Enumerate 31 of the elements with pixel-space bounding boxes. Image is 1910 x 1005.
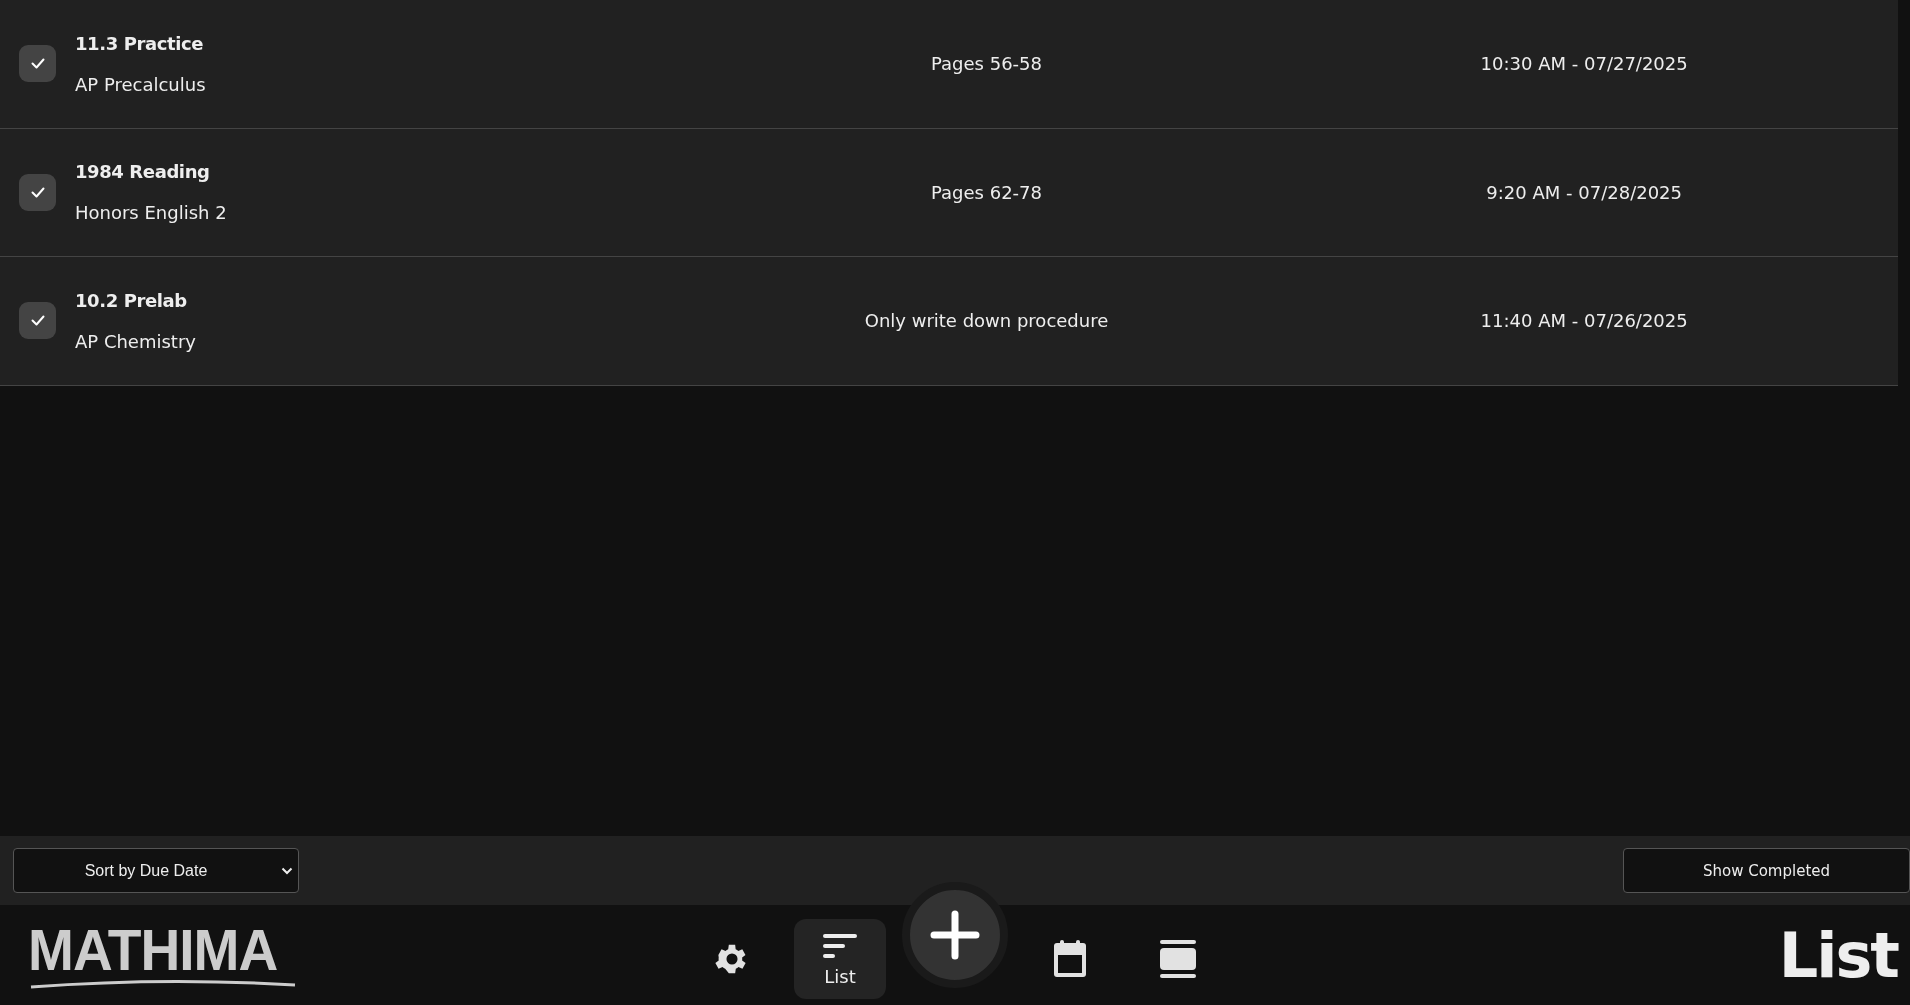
page-title: List	[1778, 918, 1900, 992]
due-date: 10:30 AM - 07/27/2025	[1480, 53, 1688, 75]
sort-dropdown[interactable]: Sort by Due Date	[13, 848, 299, 893]
task-checkbox[interactable]	[19, 302, 56, 340]
task-checkbox[interactable]	[19, 173, 56, 211]
task-note: Pages 56-58	[931, 53, 1042, 75]
task-row[interactable]: 11.3 Practice AP Precalculus Pages 56-58 10:30 AM - 07/27/2025	[0, 0, 1898, 129]
course-name: AP Chemistry	[75, 330, 197, 352]
task-title: 1984 Reading	[75, 161, 211, 183]
cards-icon	[1159, 939, 1197, 979]
calendar-icon	[1052, 939, 1088, 979]
task-row[interactable]: 1984 Reading Honors English 2 Pages 62-78 9:20 AM - 07/28/2025	[0, 128, 1898, 257]
plus-icon	[930, 910, 980, 960]
show-completed-button[interactable]: Show Completed	[1623, 848, 1910, 893]
task-title: 10.2 Prelab	[75, 289, 188, 311]
task-checkbox[interactable]	[19, 45, 56, 83]
check-icon	[30, 58, 45, 70]
due-date: 11:40 AM - 07/26/2025	[1480, 310, 1688, 332]
logo: MATHIMA	[0, 921, 300, 989]
list-tab[interactable]: List	[794, 919, 886, 999]
task-title: 11.3 Practice	[75, 32, 205, 54]
list-icon	[822, 931, 858, 960]
check-icon	[30, 186, 45, 198]
task-note: Only write down procedure	[864, 310, 1109, 332]
task-note: Pages 62-78	[931, 181, 1042, 203]
due-date: 9:20 AM - 07/28/2025	[1486, 181, 1682, 203]
course-name: Honors English 2	[75, 202, 228, 224]
course-name: AP Precalculus	[75, 73, 207, 95]
chevron-down-icon	[281, 866, 293, 875]
task-row[interactable]: 10.2 Prelab AP Chemistry Only write down procedure 11:40 AM - 07/26/2025	[0, 257, 1898, 386]
check-icon	[30, 315, 45, 327]
